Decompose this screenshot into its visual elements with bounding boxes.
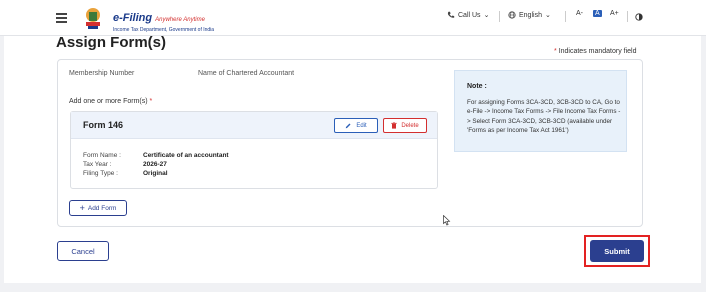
efiling-brand[interactable]: e-Filing Anywhere Anytime Income Tax Depa… bbox=[113, 8, 214, 33]
divider bbox=[499, 11, 500, 22]
national-emblem-logo bbox=[86, 8, 100, 29]
call-us-label: Call Us bbox=[458, 11, 481, 19]
brand-tagline: Anywhere Anytime bbox=[155, 17, 205, 23]
font-normal-button[interactable]: A bbox=[593, 10, 602, 17]
tax-year-value: 2026-27 bbox=[143, 161, 167, 168]
divider bbox=[565, 11, 566, 22]
language-label: English bbox=[519, 11, 542, 19]
form-name-key: Form Name : bbox=[83, 152, 121, 159]
chevron-down-icon: ⌄ bbox=[544, 12, 551, 19]
edit-button[interactable]: Edit bbox=[334, 118, 378, 133]
phone-icon bbox=[447, 11, 455, 18]
plus-icon: + bbox=[79, 202, 85, 213]
mandatory-note-text: Indicates mandatory field bbox=[558, 48, 637, 55]
trash-icon bbox=[391, 122, 398, 129]
divider bbox=[627, 11, 628, 22]
top-navigation-bar: e-Filing Anywhere Anytime Income Tax Depa… bbox=[0, 0, 706, 36]
note-body: For assigning Forms 3CA-3CD, 3CB-3CD to … bbox=[467, 99, 621, 134]
ca-name-label: Name of Chartered Accountant bbox=[198, 70, 295, 77]
required-star: * bbox=[554, 48, 557, 55]
filing-type-value: Original bbox=[143, 170, 168, 177]
chevron-down-icon: ⌄ bbox=[483, 12, 490, 19]
cancel-button[interactable]: Cancel bbox=[57, 241, 109, 261]
note-title: Note : bbox=[467, 83, 487, 90]
submit-button[interactable]: Submit bbox=[590, 240, 644, 262]
required-star: * bbox=[149, 98, 153, 105]
add-forms-label-text: Add one or more Form(s) bbox=[69, 98, 148, 105]
pencil-icon bbox=[346, 123, 351, 129]
tax-year-key: Tax Year : bbox=[83, 161, 112, 168]
membership-number-label: Membership Number bbox=[69, 70, 135, 77]
form-card-header: Form 146 Edit Delete bbox=[71, 112, 437, 139]
note-box: Note : For assigning Forms 3CA-3CD, 3CB-… bbox=[454, 70, 627, 152]
contrast-icon[interactable] bbox=[635, 13, 643, 21]
filing-type-key: Filing Type : bbox=[83, 170, 118, 177]
add-form-button[interactable]: + Add Form bbox=[69, 200, 127, 216]
globe-icon bbox=[508, 11, 516, 19]
edit-label: Edit bbox=[356, 122, 367, 129]
form-card-title: Form 146 bbox=[83, 120, 124, 130]
mouse-cursor-icon bbox=[443, 215, 451, 226]
form-card: Form 146 Edit Delete Form Name : Certifi… bbox=[70, 111, 438, 189]
font-decrease-button[interactable]: A- bbox=[576, 10, 583, 17]
menu-icon[interactable] bbox=[56, 13, 67, 23]
mandatory-note: * Indicates mandatory field bbox=[554, 48, 637, 55]
form-name-value: Certificate of an accountant bbox=[143, 152, 229, 159]
language-selector[interactable]: English ⌄ bbox=[508, 11, 551, 19]
delete-label: Delete bbox=[401, 122, 419, 129]
font-increase-button[interactable]: A+ bbox=[610, 10, 619, 17]
brand-name: e-Filing bbox=[113, 12, 153, 24]
page-title: Assign Form(s) bbox=[56, 34, 167, 51]
delete-button[interactable]: Delete bbox=[383, 118, 427, 133]
call-us-menu[interactable]: Call Us ⌄ bbox=[447, 11, 489, 19]
add-forms-label: Add one or more Form(s) * bbox=[69, 98, 152, 105]
brand-subtitle: Income Tax Department, Government of Ind… bbox=[113, 27, 215, 33]
add-form-label: Add Form bbox=[87, 204, 117, 212]
